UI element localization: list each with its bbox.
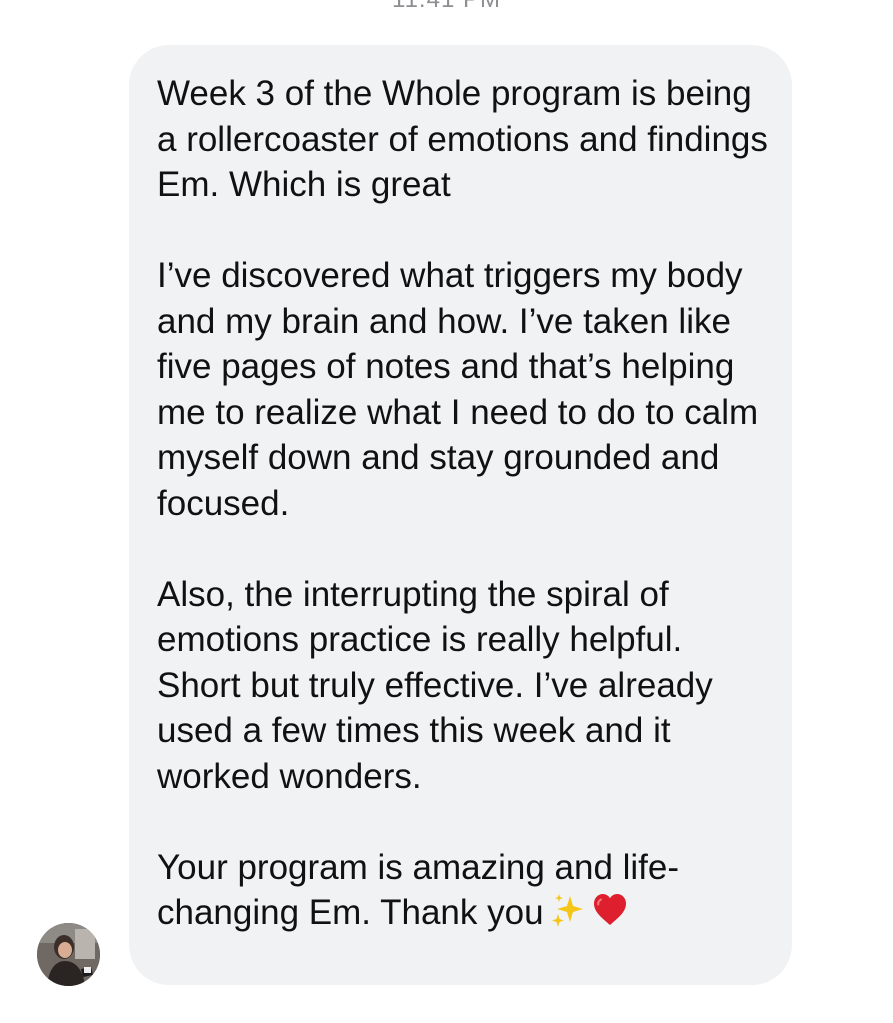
message-paragraph-4: Your program is amazing and life-changin…: [157, 845, 772, 936]
message-timestamp: 11:41 PM: [0, 0, 893, 14]
sparkles-icon: [551, 894, 583, 927]
avatar-photo: [37, 923, 100, 986]
message-paragraph-3: Also, the interrupting the spiral of emo…: [157, 574, 713, 796]
avatar[interactable]: [37, 923, 100, 986]
message-paragraph-1: Week 3 of the Whole program is being a r…: [157, 74, 768, 204]
heart-icon: [593, 894, 626, 925]
message-bubble[interactable]: Week 3 of the Whole program is being a r…: [129, 45, 792, 985]
message-paragraph-2: I’ve discovered what triggers my body an…: [157, 256, 759, 523]
